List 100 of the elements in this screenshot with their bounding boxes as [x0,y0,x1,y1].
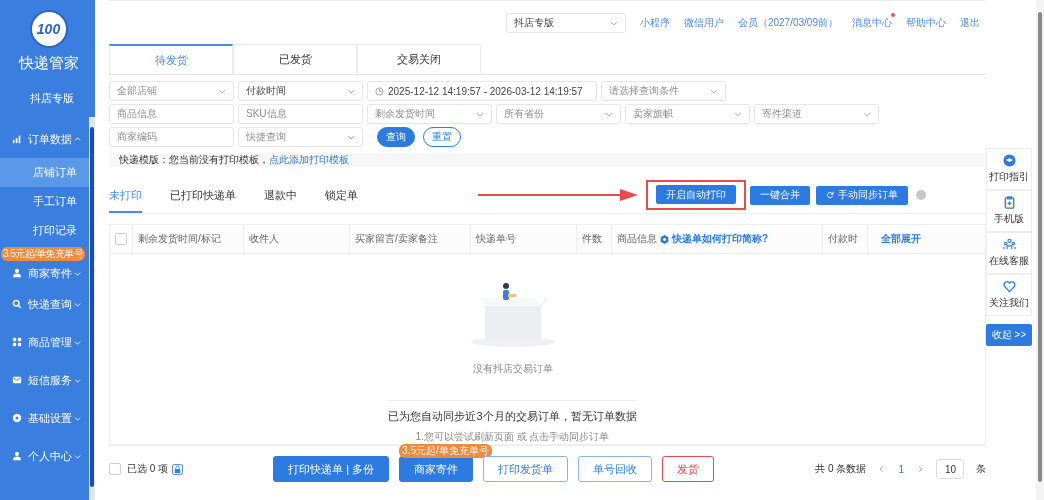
footer-button[interactable]: 打印快递单 | 多份 [273,456,390,482]
gear-icon [12,413,22,423]
sub-tab[interactable]: 已打印快递单 [170,177,236,213]
sidebar-item[interactable]: 快递查询 [0,285,89,323]
sidebar-subitem[interactable]: 打印记录 [0,216,89,245]
header-link[interactable]: 微信用户 [683,15,724,30]
chevron-icon [74,269,81,277]
reset-button[interactable]: 重置 [423,127,461,147]
collapse-button[interactable]: 收起 >> [986,324,1032,346]
column-header: 件数 [582,232,602,246]
footer-button[interactable]: 发货 [662,456,715,482]
sidebar-item[interactable]: 商家寄件 [0,261,89,285]
action-button[interactable]: 一键合并 [750,185,810,205]
side-panel-item[interactable]: 打印指引 [986,148,1032,190]
column-header: 商品信息 [617,232,657,246]
sub-tab[interactable]: 退款中 [264,177,297,213]
info-icon [660,234,669,244]
people-icon [1002,238,1016,251]
header-link[interactable]: 小程序 [639,15,670,30]
edition-select[interactable]: 抖店专版 [505,12,626,33]
chevron-icon [74,452,81,460]
clock-icon [375,86,384,96]
header-link[interactable]: 帮助中心 [906,15,946,30]
scrollbar[interactable] [89,117,95,500]
notice-text: 快递模版：您当前没有打印模板，点此添加打印模板 [119,153,349,167]
refresh-icon [826,191,834,199]
app-title: 快递管家 [17,54,80,73]
heart-icon [1002,280,1016,293]
side-panel-item[interactable]: 手机版 [986,190,1032,232]
sidebar-item[interactable]: 短信服务 [0,361,89,399]
edition-label: 抖店专版 [28,91,75,106]
action-button[interactable]: 手动同步订单 [816,185,908,205]
header-link[interactable]: 退出 [960,15,980,30]
sub-tab[interactable]: 锁定单 [325,177,358,213]
search-icon [12,299,22,309]
footer-button[interactable]: 商家寄件 [399,456,474,482]
column-header: 买家留言/卖家备注 [355,232,438,246]
clipboard-icon [1002,196,1016,209]
input-field[interactable]: 商品信息 [109,104,234,124]
person-icon [12,451,22,461]
chevron-icon [74,376,81,384]
cap-icon [1002,154,1016,167]
empty-hint: 1.您可以尝试刷新页面 或 点击手动同步订单 [415,430,610,444]
select-field[interactable]: 寄件渠道 [754,104,879,124]
chevron-icon [347,87,355,95]
logo-icon: 100 [29,10,68,48]
side-panel-item[interactable]: 关注我们 [986,274,1032,316]
chevron-icon [74,300,81,308]
search-button[interactable]: 查询 [377,127,415,147]
footer-button[interactable]: 打印发货单 [483,456,569,482]
expand-all-link[interactable]: 全部展开 [880,232,921,246]
input-field[interactable]: 商家编码 [109,127,234,147]
select-field[interactable]: 所有省份 [496,104,621,124]
select-field[interactable]: 剩余发货时间 [367,104,492,124]
sidebar-item[interactable]: 个人中心 [0,437,89,475]
select-field[interactable]: 快捷查询 [238,127,363,147]
next-page-icon[interactable] [916,465,924,473]
total-count: 共 0 条数据 [815,462,867,476]
select-field[interactable]: 全部店铺 [109,81,234,101]
sidebar-item[interactable]: 商品管理 [0,323,89,361]
select-field[interactable]: 请选择查询条件 [601,81,726,101]
page-size-field[interactable]: 10 [936,459,964,479]
person-icon [12,268,22,278]
select-field[interactable]: 付款时间 [238,81,363,101]
sub-tab[interactable]: 未打印 [109,177,142,213]
chevron-icon [734,110,742,118]
input-field[interactable]: SKU信息 [238,104,363,124]
chart-icon [12,134,22,144]
add-template-link[interactable]: 点此添加打印模板 [269,154,349,165]
sidebar-subitem[interactable]: 店铺订单 [0,158,89,187]
action-button[interactable]: 开启自动打印 [656,185,736,204]
date-range-field[interactable]: 2025-12-12 14:19:57 - 2026-03-12 14:19:57 [367,81,597,101]
column-header: 剩余发货时间/标记 [138,232,221,246]
help-link[interactable]: 快递单如何打印简称? [672,232,769,246]
chevron-icon [74,135,81,143]
scrollbar[interactable] [1036,0,1044,500]
select-field[interactable]: 卖家旗帜 [625,104,750,124]
page-number[interactable]: 1 [898,463,904,475]
column-header: 收件人 [249,232,279,246]
chevron-icon [605,110,613,118]
sidebar-item[interactable]: 订单数据 [0,120,89,158]
lock-icon[interactable] [172,463,184,475]
column-header: 付款时 [828,232,858,246]
sidebar-item[interactable]: 基础设置 [0,399,89,437]
promo-badge: 3.5元起/单免充单号 [1,247,86,261]
checkbox[interactable] [115,233,127,245]
column-header: 快递单号 [476,232,516,246]
footer-button[interactable]: 单号回收 [578,456,653,482]
tab[interactable]: 待发货 [109,44,233,74]
header-link[interactable]: 会员（2027/03/09前） [737,15,838,30]
tab[interactable]: 交易关闭 [357,44,481,73]
promo-badge: 3.5元起/单免充单号 [399,444,492,458]
tab[interactable]: 已发货 [233,44,357,73]
side-panel-item[interactable]: 在线客服 [986,232,1032,274]
chevron-icon [476,110,484,118]
checkbox[interactable] [109,463,121,475]
sidebar-subitem[interactable]: 手工订单 [0,187,89,216]
header-link[interactable]: 消息中心 [852,15,892,30]
help-icon[interactable] [916,190,926,200]
mail-icon [12,375,22,385]
